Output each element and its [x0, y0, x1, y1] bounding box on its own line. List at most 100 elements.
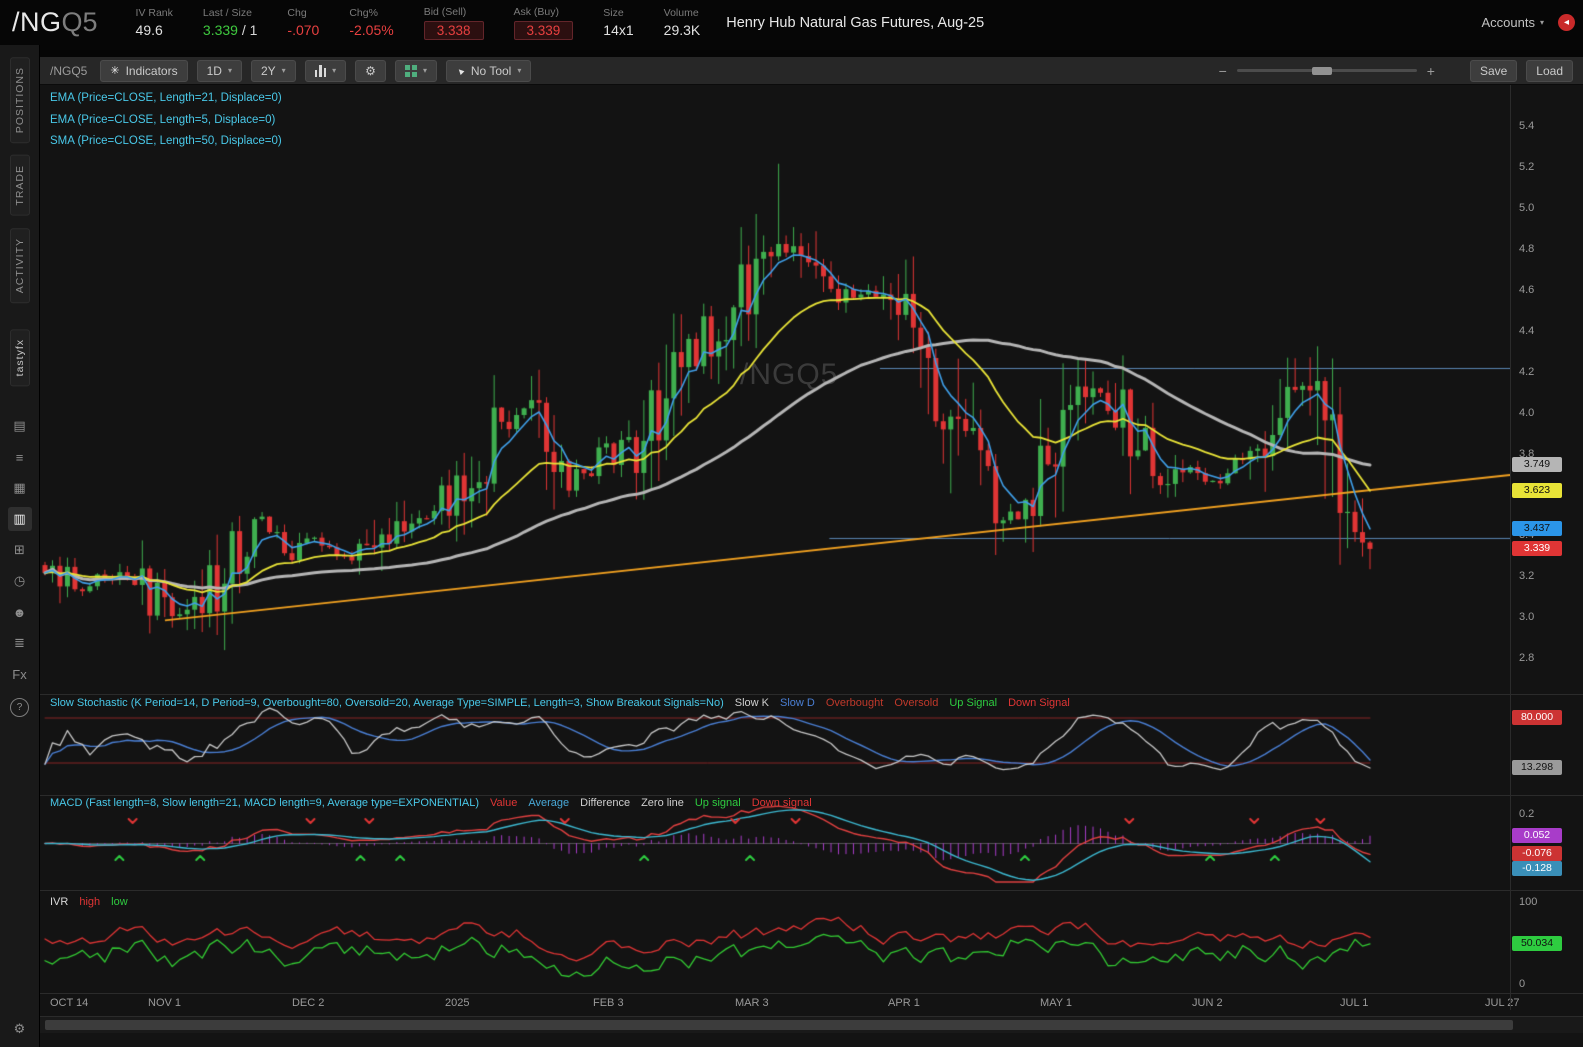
time-axis-label: NOV 1 — [148, 997, 182, 1009]
overlay-legend-2: SMA (Price=CLOSE, Length=50, Displace=0) — [50, 135, 282, 147]
quote-field-volume: Volume 29.3K — [664, 7, 701, 38]
zoom-slider-thumb[interactable] — [1312, 66, 1333, 75]
range-dropdown[interactable]: 2Y ▾ — [250, 59, 296, 82]
header-divider — [40, 45, 1583, 57]
size-label: Size — [603, 7, 624, 19]
history-icon[interactable]: ◷ — [8, 569, 32, 593]
chevron-down-icon: ▾ — [517, 66, 522, 75]
macd-legend-1: Average — [528, 797, 570, 809]
zoom-control: − + — [1219, 63, 1435, 79]
stochastic-legend-2: Overbought — [825, 697, 884, 709]
sidebar-settings-icon[interactable]: ⚙ — [14, 1021, 26, 1037]
save-button[interactable]: Save — [1469, 59, 1518, 82]
time-axis-label: OCT 14 — [49, 997, 89, 1009]
macd-label: MACD (Fast length=8, Slow length=21, MAC… — [50, 797, 480, 809]
symbol-root: /NG — [12, 7, 62, 37]
instrument-title: Henry Hub Natural Gas Futures, Aug-25 — [726, 14, 985, 31]
time-axis-label: JUL 1 — [1340, 997, 1369, 1009]
ask-value[interactable]: 3.339 — [513, 20, 574, 40]
fx-icon[interactable]: Fx — [8, 662, 32, 686]
watchlist-icon[interactable]: ≡ — [8, 445, 32, 469]
price-axis-tick: 5.4 — [1519, 119, 1535, 132]
load-button[interactable]: Load — [1526, 59, 1573, 82]
collapse-panel-button[interactable]: ◂ — [1558, 14, 1575, 31]
time-axis-label: MAR 3 — [735, 997, 769, 1009]
time-axis-label: JUN 2 — [1192, 997, 1223, 1009]
quote-header: /NG Q5 IV Rank 49.6 Last / Size 3.339 / 1 Chg… — [0, 0, 1583, 45]
macd-axis-tick: 0.2 — [1519, 808, 1535, 820]
volume-value: 29.3K — [663, 22, 701, 38]
time-axis-label: FEB 3 — [593, 997, 624, 1009]
ivr-legend-1: low — [111, 896, 128, 908]
stochastic-label: Slow Stochastic (K Period=14, D Period=9… — [50, 697, 724, 709]
sidebar-tab-positions[interactable]: POSITIONS — [9, 57, 30, 144]
apps-grid-icon[interactable]: ⊞ — [8, 538, 32, 562]
chart-style-dropdown[interactable]: ▾ — [304, 59, 347, 82]
drawing-tool-dropdown[interactable]: ▲ No Tool ▾ — [445, 59, 532, 82]
timeframe-dropdown[interactable]: 1D ▾ — [196, 59, 242, 82]
time-axis-label: 2025 — [444, 997, 470, 1009]
left-sidebar: POSITIONS TRADE ACTIVITY tastyfx ▤ ≡ ▦ ▥ ⊞ ◷ ☻ ≣ Fx?… — [0, 45, 40, 1047]
time-axis: OCT 14 NOV 1 DEC 2 2025 FEB 3 MAR 3 APR 1 MAY 1… — [40, 995, 1519, 1013]
price-axis-tick: 3.2 — [1519, 570, 1535, 583]
collapse-arrow-icon: ◂ — [1563, 17, 1570, 28]
news-icon[interactable]: ▤ — [8, 414, 32, 438]
sidebar-tab-trade[interactable]: TRADE — [9, 155, 30, 216]
indicators-button[interactable]: ✳ Indicators — [100, 59, 188, 82]
overlay-legend-1: EMA (Price=CLOSE, Length=5, Displace=0) — [50, 113, 276, 126]
ivr-axis-tick: 100 — [1519, 896, 1538, 908]
stochastic-header: Slow Stochastic (K Period=14, D Period=9… — [50, 697, 1070, 709]
macd-legend-3: Zero line — [641, 797, 684, 809]
chart-settings-button[interactable]: ⚙ — [355, 59, 386, 82]
products-icon[interactable]: ▦ — [8, 476, 32, 500]
quote-field-chg: Chg -.070 — [287, 7, 319, 38]
chart-scrollbar[interactable] — [40, 1016, 1583, 1033]
zoom-in-button[interactable]: + — [1427, 63, 1435, 79]
quote-field-ask: Ask (Buy) 3.339 — [513, 6, 574, 40]
chart-icon[interactable]: ▥ — [7, 507, 32, 532]
macd-header: MACD (Fast length=8, Slow length=21, MAC… — [50, 797, 812, 809]
quote-field-size: Size 14x1 — [603, 7, 633, 38]
stochastic-legend-4: Up Signal — [949, 697, 998, 709]
price-axis-tick: 5.0 — [1519, 201, 1535, 214]
range-value: 2Y — [260, 63, 276, 78]
indicators-label: Indicators — [125, 63, 178, 78]
panel-divider — [40, 694, 1583, 695]
cursor-icon: ▲ — [453, 63, 468, 78]
sidebar-tab-tastyfx[interactable]: tastyfx — [9, 329, 30, 387]
trading-platform-window: /NG Q5 IV Rank 49.6 Last / Size 3.339 / 1 Chg… — [0, 0, 1583, 1047]
help-icon[interactable]: ? — [10, 698, 29, 718]
ivr-label: IVR — [50, 896, 69, 908]
chg-value: -.070 — [287, 22, 320, 38]
zoom-slider[interactable] — [1236, 66, 1417, 75]
layout-grid-dropdown[interactable]: ▾ — [394, 59, 437, 82]
iv-rank-value: 49.6 — [135, 22, 163, 38]
price-axis-tick: 3.0 — [1519, 611, 1535, 624]
macd-legend-2: Difference — [580, 797, 631, 809]
price-axis-tick: 4.8 — [1519, 242, 1535, 255]
layout-grid-icon — [404, 64, 417, 77]
tool-value: No Tool — [470, 63, 512, 78]
stochastic-legend-5: Down Signal — [1008, 697, 1070, 709]
accounts-dropdown[interactable]: Accounts ▾ — [1482, 15, 1545, 30]
chevron-down-icon: ▾ — [332, 66, 337, 75]
community-icon[interactable]: ☻ — [8, 600, 32, 624]
ivr-axis-tick: 0 — [1519, 978, 1526, 990]
layers-icon[interactable]: ≣ — [8, 631, 32, 655]
sidebar-tab-activity[interactable]: ACTIVITY — [9, 227, 30, 304]
panel-divider — [40, 890, 1583, 891]
zoom-out-button[interactable]: − — [1219, 63, 1227, 79]
macd-legend-4: Up signal — [694, 797, 741, 809]
price-axis-bubble: 3.437 — [1512, 520, 1562, 536]
scrollbar-thumb[interactable] — [45, 1020, 1513, 1030]
macd-axis-bubble: 0.052 — [1512, 828, 1562, 844]
quote-field-iv-rank: IV Rank 49.6 — [136, 7, 173, 38]
bid-value[interactable]: 3.338 — [423, 20, 484, 40]
save-label: Save — [1479, 63, 1508, 78]
overlay-legend-0: EMA (Price=CLOSE, Length=21, Displace=0) — [50, 92, 282, 104]
price-axis-tick: 4.4 — [1519, 324, 1535, 337]
ivr-legend-0: high — [79, 896, 101, 908]
stochastic-legend-0: Slow K — [734, 697, 769, 709]
price-chart-canvas[interactable] — [40, 85, 1510, 1010]
volume-label: Volume — [663, 7, 699, 19]
